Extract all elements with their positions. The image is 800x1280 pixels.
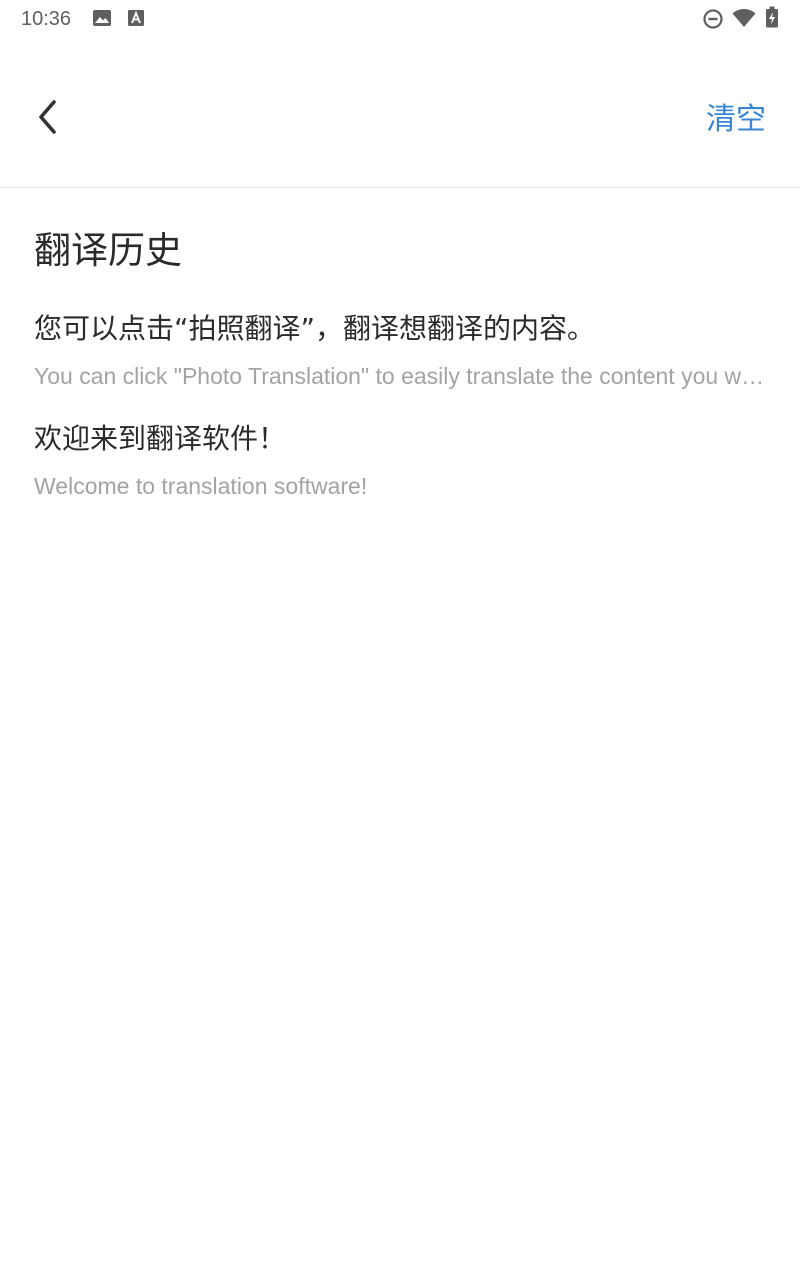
status-time: 10:36 [21, 8, 72, 30]
history-item-source: 欢迎来到翻译软件！ [34, 422, 287, 455]
font-a-icon [128, 10, 144, 26]
battery-charging-icon [766, 6, 778, 28]
history-item-source: 您可以点击“拍照翻译”，翻译想翻译的内容。 [34, 312, 596, 345]
status-bar: 10:36 [0, 0, 800, 38]
clear-button[interactable]: 清空 [706, 100, 766, 140]
history-list: 您可以点击“拍照翻译”，翻译想翻译的内容。 You can click "Pho… [34, 306, 766, 526]
chevron-left-icon [39, 100, 56, 134]
history-item[interactable]: 您可以点击“拍照翻译”，翻译想翻译的内容。 You can click "Pho… [34, 306, 766, 416]
back-button[interactable] [24, 93, 72, 141]
page-title: 翻译历史 [34, 229, 182, 272]
do-not-disturb-icon [703, 9, 723, 29]
wifi-icon [732, 9, 756, 27]
history-item-translation: You can click "Photo Translation" to eas… [34, 363, 766, 389]
toolbar: 清空 [0, 38, 800, 188]
history-item[interactable]: 欢迎来到翻译软件！ Welcome to translation softwar… [34, 416, 766, 526]
image-icon [93, 10, 111, 26]
history-item-translation: Welcome to translation software! [34, 473, 368, 499]
translation-history-screen: 10:36 清空 翻译历史 您可以点击“拍照翻译”，翻译想翻译的内容。 You … [0, 0, 800, 1280]
